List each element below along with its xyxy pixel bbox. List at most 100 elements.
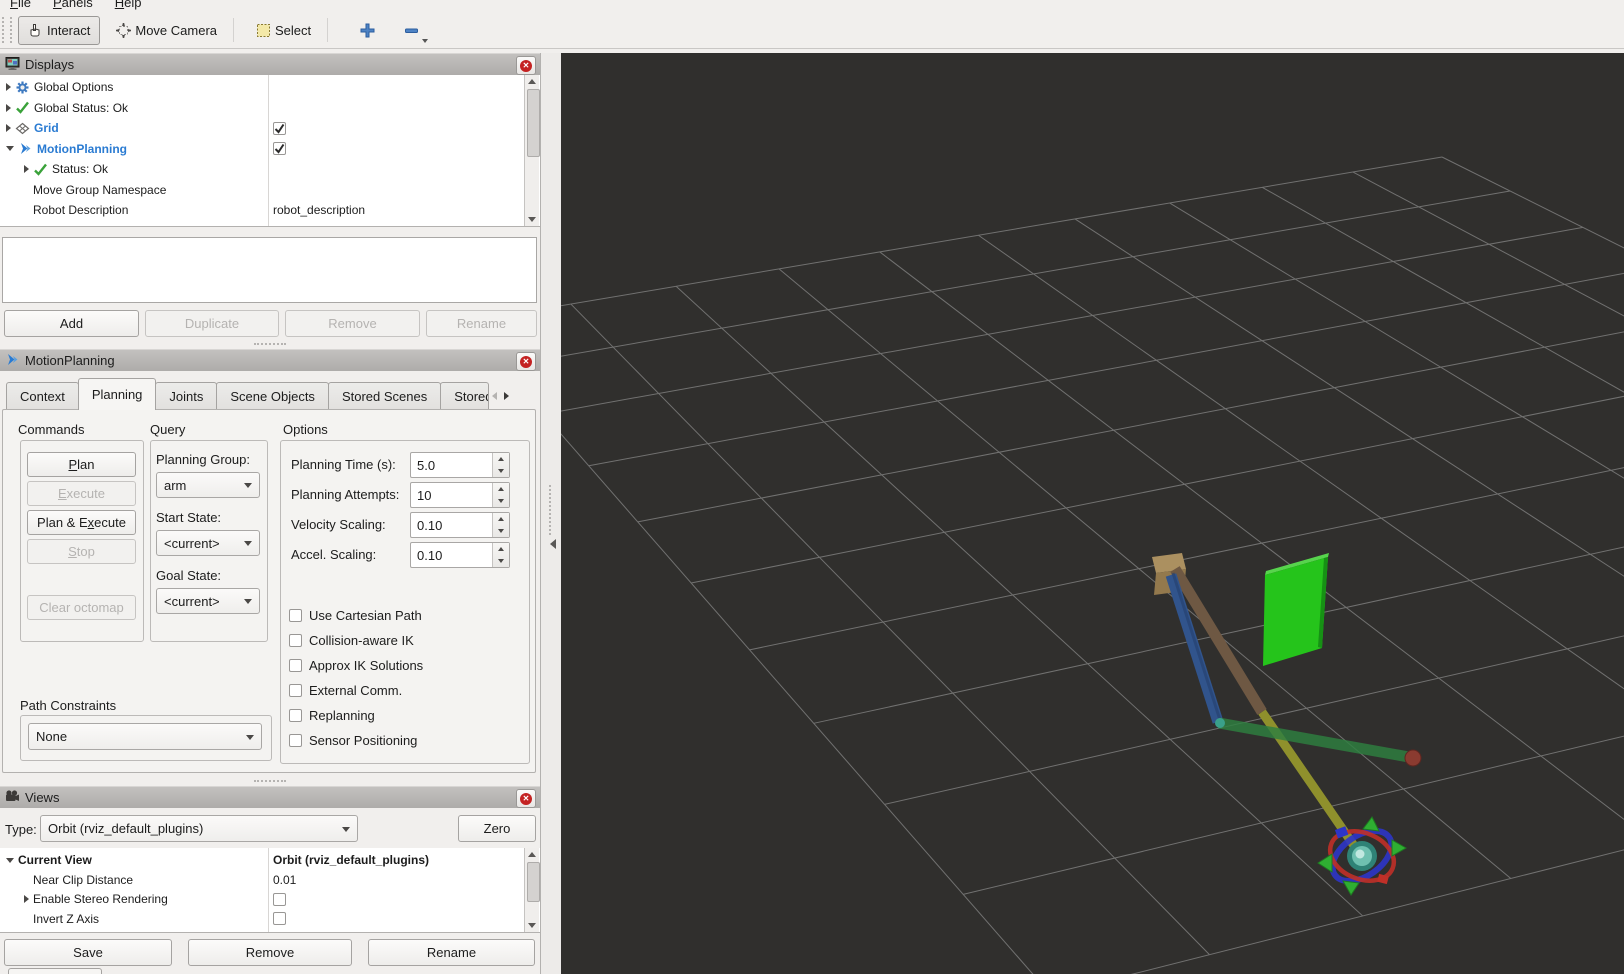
chevron-right-icon[interactable] (24, 165, 29, 173)
tree-row-enable-stereo-rendering[interactable]: Enable Stereo Rendering (0, 889, 540, 909)
planning-time-s-spinbox[interactable]: 5.0 (410, 452, 510, 478)
add-tool-button[interactable] (356, 19, 378, 41)
scroll-down-icon[interactable] (525, 919, 539, 932)
3d-viewport[interactable] (560, 53, 1624, 974)
add-button[interactable]: Add (4, 310, 139, 337)
rename-button[interactable]: Rename (368, 939, 535, 966)
views-close-button[interactable]: ✕ (516, 789, 536, 808)
path-constraints-select[interactable]: None (28, 723, 262, 750)
toolbar-button-move-camera[interactable]: Move Camera (106, 16, 227, 45)
tab-planning[interactable]: Planning (77, 378, 157, 410)
checkbox-approx-ik-solutions[interactable]: Approx IK Solutions (289, 655, 423, 675)
tree-row-current-view[interactable]: Current View Orbit (rviz_default_plugins) (0, 850, 540, 870)
spin-down-icon[interactable] (493, 465, 509, 477)
menu-item-help[interactable]: Help (111, 0, 146, 12)
spin-up-icon[interactable] (493, 453, 509, 465)
scroll-up-icon[interactable] (525, 848, 539, 861)
green-wall-object[interactable] (1263, 553, 1329, 666)
tab-scene-objects[interactable]: Scene Objects (216, 382, 329, 410)
menu-item-panels[interactable]: Panels (49, 0, 97, 12)
views-scrollbar[interactable] (524, 848, 540, 932)
execute-button[interactable]: Execute (27, 481, 136, 506)
checkbox-box[interactable] (289, 608, 302, 622)
tree-row-status-ok[interactable]: Status: Ok (0, 159, 540, 179)
rename-button[interactable]: Rename (426, 310, 537, 337)
tab-context[interactable]: Context (6, 382, 79, 410)
save-button[interactable]: Save (4, 939, 172, 966)
tree-row-planning-scene-topic[interactable]: Planning Scene Topic monitored_planning_s… (0, 221, 540, 227)
checkbox-box[interactable] (289, 733, 302, 747)
spin-up-icon[interactable] (493, 513, 509, 525)
row-checkbox[interactable] (273, 121, 286, 135)
panel-splitter-dots[interactable] (254, 780, 286, 782)
spin-up-icon[interactable] (493, 483, 509, 495)
checkbox-collision-aware-ik[interactable]: Collision-aware IK (289, 630, 414, 650)
chevron-down-icon[interactable] (6, 146, 14, 151)
view-type-select[interactable]: Orbit (rviz_default_plugins) (40, 815, 358, 842)
start-state-select[interactable]: <current> (156, 530, 260, 556)
row-checkbox[interactable] (273, 892, 286, 906)
displays-panel-titlebar[interactable]: Displays ✕ (0, 53, 540, 75)
spin-down-icon[interactable] (493, 525, 509, 537)
scroll-down-icon[interactable] (525, 213, 539, 226)
tab-joints[interactable]: Joints (155, 382, 218, 410)
menu-item-file[interactable]: File (6, 0, 35, 12)
chevron-right-icon[interactable] (6, 83, 11, 91)
tree-row-near-clip-distance[interactable]: Near Clip Distance 0.01 (0, 870, 540, 890)
tree-row-grid[interactable]: Grid (0, 118, 540, 138)
duplicate-button[interactable]: Duplicate (145, 310, 279, 337)
chevron-right-icon[interactable] (6, 124, 11, 132)
scrollbar-thumb[interactable] (527, 89, 540, 157)
tree-row-global-options[interactable]: Global Options (0, 77, 540, 97)
chevron-right-icon[interactable] (24, 895, 29, 903)
stop-button[interactable]: Stop (27, 539, 136, 564)
remove-button[interactable]: Remove (188, 939, 352, 966)
toolbar-button-interact[interactable]: Interact (18, 15, 101, 45)
spin-down-icon[interactable] (493, 495, 509, 507)
velocity-scaling-spinbox[interactable]: 0.10 (410, 512, 510, 538)
tree-row-global-status-ok[interactable]: Global Status: Ok (0, 98, 540, 118)
panel-splitter[interactable] (540, 53, 561, 974)
plan-button[interactable]: Plan (27, 452, 136, 477)
planning-group-select[interactable]: arm (156, 472, 260, 498)
checkbox-external-comm[interactable]: External Comm. (289, 680, 402, 700)
toolbar-drag-handle[interactable] (2, 17, 12, 43)
checkbox-box[interactable] (289, 708, 302, 722)
displays-close-button[interactable]: ✕ (516, 56, 536, 75)
goal-state-select[interactable]: <current> (156, 588, 260, 614)
remove-tool-button[interactable] (400, 19, 429, 43)
spin-down-icon[interactable] (493, 555, 509, 567)
checkbox-box[interactable] (289, 658, 302, 672)
zero-button[interactable]: Zero (458, 815, 536, 842)
checkbox-use-cartesian-path[interactable]: Use Cartesian Path (289, 605, 422, 625)
tab-stored-states[interactable]: Stored States (440, 382, 490, 410)
remove-button[interactable]: Remove (285, 310, 420, 337)
panel-splitter-dots[interactable] (254, 343, 286, 345)
motionplanning-close-button[interactable]: ✕ (516, 352, 536, 371)
tab-scroll-left-icon[interactable] (488, 384, 500, 408)
plan-execute-button[interactable]: Plan & Execute (27, 510, 136, 535)
planning-attempts-spinbox[interactable]: 10 (410, 482, 510, 508)
row-checkbox[interactable] (273, 912, 286, 925)
checkbox-sensor-positioning[interactable]: Sensor Positioning (289, 730, 417, 750)
tree-row-robot-description[interactable]: Robot Description robot_description (0, 200, 540, 220)
chevron-right-icon[interactable] (6, 103, 11, 112)
checkbox-box[interactable] (289, 683, 302, 697)
chevron-down-icon[interactable] (6, 857, 14, 863)
checkbox-box[interactable] (289, 633, 302, 647)
scroll-up-icon[interactable] (525, 75, 539, 88)
tree-row-motionplanning[interactable]: MotionPlanning (0, 139, 540, 159)
accel-scaling-spinbox[interactable]: 0.10 (410, 542, 510, 568)
toolbar-button-select[interactable]: Select (246, 16, 321, 45)
scrollbar-thumb[interactable] (527, 862, 540, 902)
displays-scrollbar[interactable] (524, 75, 540, 226)
interactive-marker[interactable] (1317, 816, 1408, 896)
checkbox-replanning[interactable]: Replanning (289, 705, 375, 725)
tree-row-move-group-namespace[interactable]: Move Group Namespace (0, 180, 540, 200)
tab-stored-scenes[interactable]: Stored Scenes (327, 382, 442, 410)
motionplanning-panel-titlebar[interactable]: MotionPlanning ✕ (0, 349, 540, 371)
spin-up-icon[interactable] (493, 543, 509, 555)
clear-octomap-button[interactable]: Clear octomap (27, 595, 136, 620)
views-panel-titlebar[interactable]: Views ✕ (0, 786, 540, 808)
row-checkbox[interactable] (273, 142, 286, 155)
